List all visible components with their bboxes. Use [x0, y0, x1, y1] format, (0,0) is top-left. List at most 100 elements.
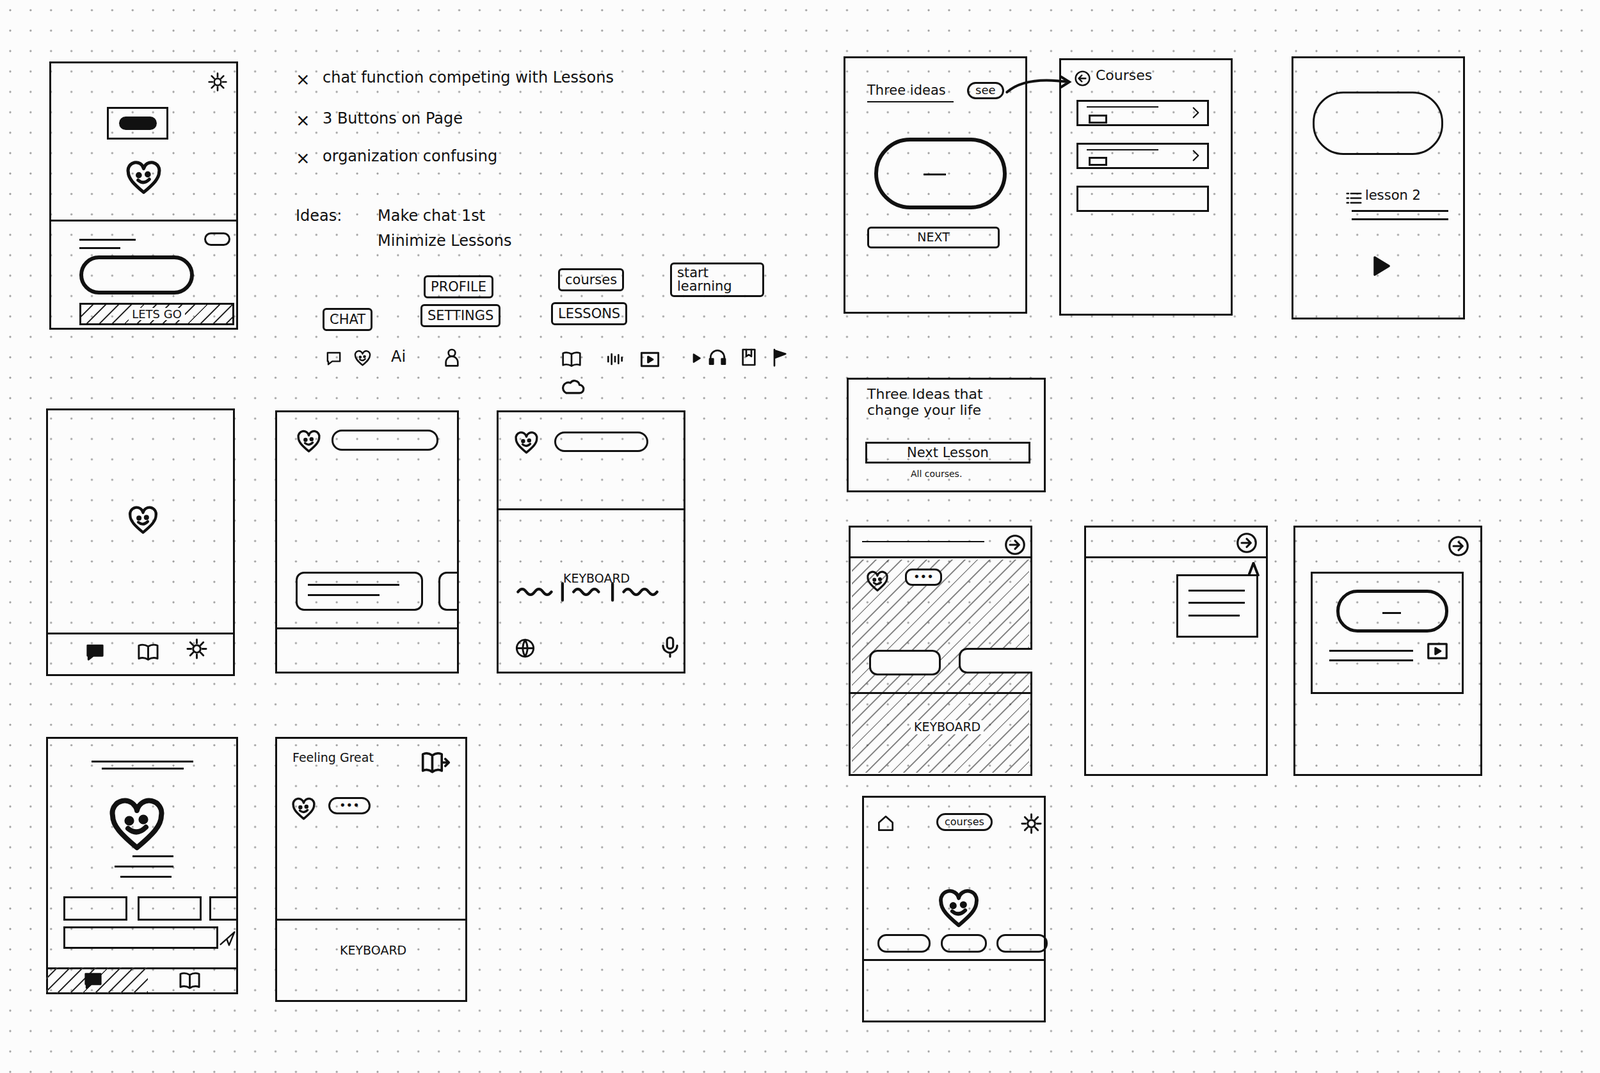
sketch-line	[114, 865, 174, 868]
media-oval	[1312, 91, 1444, 155]
send-icon	[218, 928, 237, 948]
card-title: Three Ideas that change your life	[867, 385, 1036, 419]
lesson-title: lesson 2	[1365, 187, 1421, 203]
sketch-line	[862, 540, 985, 543]
idea-note: Minimize Lessons	[377, 232, 512, 251]
sketch-line	[1351, 209, 1449, 212]
sketch-line	[307, 593, 380, 596]
tooltip-box	[1176, 574, 1259, 638]
sketch-line	[1382, 611, 1401, 614]
heart-icon	[295, 428, 322, 455]
lessons-icon	[420, 746, 452, 778]
reply-chip	[958, 647, 1033, 674]
sketch-line	[1351, 218, 1449, 221]
lets-go-button: LETS GO	[79, 302, 235, 326]
media-oval	[79, 255, 194, 295]
cloud-icon	[561, 375, 586, 400]
label-option: CHAT	[322, 307, 373, 331]
home-icon	[875, 812, 896, 834]
next-lesson-button: Next Lesson	[865, 441, 1031, 464]
tooltip-tail	[1247, 561, 1260, 576]
keyboard-label: KEYBOARD	[339, 943, 407, 958]
phone-frame	[1084, 525, 1268, 776]
idea-note: Make chat 1st	[377, 207, 486, 226]
reply-chip	[137, 896, 202, 921]
sketch-line	[923, 173, 946, 176]
sketch-line	[1329, 649, 1414, 652]
reply-chip	[996, 933, 1048, 953]
message-pill	[554, 431, 649, 452]
problem-mark: ×	[295, 110, 311, 130]
keyboard-label: KEYBOARD	[910, 720, 984, 735]
video-icon	[638, 348, 662, 371]
heart-icon	[865, 568, 890, 594]
scribble	[119, 116, 157, 130]
book-icon	[178, 968, 201, 992]
heart-icon	[106, 793, 168, 856]
see-button: see	[967, 81, 1005, 100]
suggestion-squiggle	[515, 515, 669, 669]
heart-icon	[124, 158, 164, 198]
sketch-line	[132, 855, 174, 857]
play-icon	[686, 348, 706, 368]
label-option: PROFILE	[423, 275, 494, 299]
sketch-line	[867, 101, 954, 103]
heart-icon	[513, 429, 540, 456]
flag-icon	[769, 346, 790, 368]
problem-note: organization confusing	[322, 147, 498, 166]
sketch-line	[1188, 589, 1245, 592]
sketch-line	[1188, 601, 1245, 604]
sketch-line	[307, 583, 400, 586]
globe-icon	[513, 636, 537, 660]
sketch-line	[848, 691, 1033, 694]
play-icon	[1367, 252, 1394, 280]
chevron-icon	[1187, 104, 1204, 121]
course-item	[1076, 185, 1209, 212]
chat-icon	[324, 348, 344, 368]
phone-frame	[496, 410, 686, 674]
problem-note: 3 Buttons on Page	[322, 110, 463, 128]
sketch-line	[275, 918, 468, 921]
problem-mark: ×	[295, 147, 311, 168]
button-label: LETS GO	[128, 307, 185, 321]
keyboard-label: KEYBOARD	[563, 571, 630, 586]
ideas-label: Ideas:	[295, 207, 342, 226]
next-pill	[204, 232, 231, 246]
reply-chip	[438, 571, 459, 611]
courses-title: Courses	[1095, 67, 1152, 84]
sun-icon	[207, 71, 228, 93]
arrow-icon	[1446, 533, 1471, 559]
heart-icon	[126, 503, 160, 537]
sun-icon	[185, 637, 208, 660]
sketch-line	[101, 767, 184, 770]
sketch-line	[1084, 556, 1268, 559]
heart-icon	[290, 795, 317, 822]
sketch-line	[862, 958, 1046, 961]
sketch-line	[79, 238, 136, 241]
sketch-line	[79, 247, 121, 249]
ai-label: Ai	[391, 348, 406, 367]
book-icon	[136, 640, 160, 664]
problem-note: chat function competing with Lessons	[322, 69, 614, 88]
reply-chip	[209, 896, 239, 921]
lesson-title: Three ideas	[867, 82, 946, 98]
next-button: NEXT	[867, 226, 1000, 249]
reply-chip	[869, 649, 941, 676]
sketch-line	[496, 508, 686, 511]
phone-frame	[49, 61, 239, 330]
reply-chip	[940, 933, 987, 953]
sketch-page: × chat function competing with Lessons × 3 …	[0, 0, 1600, 1073]
video-icon	[1425, 638, 1450, 664]
arrow-icon	[1234, 530, 1259, 555]
sketch-line	[120, 875, 172, 878]
sketch-line	[1086, 106, 1159, 108]
typing-bubble: •••	[328, 796, 371, 815]
heart-icon	[353, 348, 372, 368]
message-pill	[331, 429, 439, 451]
label-option: SETTINGS	[420, 304, 501, 328]
media-oval	[1336, 589, 1449, 633]
sketch-line	[1188, 614, 1240, 617]
sketch-line	[848, 556, 1033, 559]
chat-icon	[83, 640, 107, 664]
phone-frame	[275, 736, 468, 1002]
